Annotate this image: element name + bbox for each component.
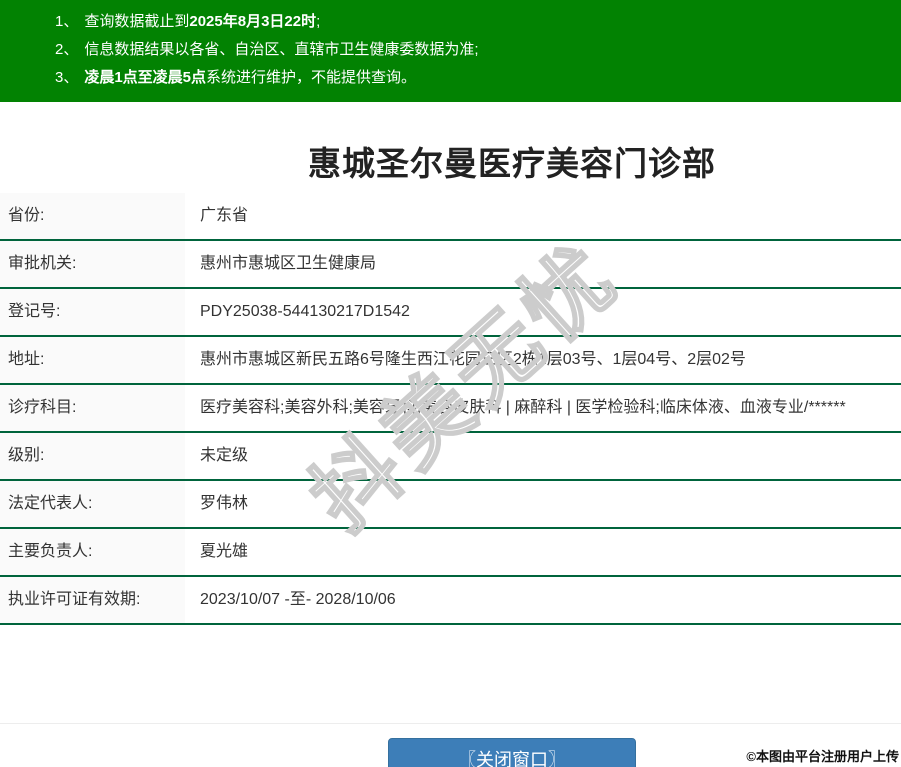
- copyright-note: ©本图由平台注册用户上传: [746, 749, 899, 764]
- info-table: 省份: 广东省 审批机关: 惠州市惠城区卫生健康局 登记号: PDY25038-54413…: [0, 193, 901, 625]
- close-window-button[interactable]: 〖关闭窗口〗: [388, 738, 636, 767]
- notice-text: 系统进行维护，不能提供查询。: [206, 69, 417, 86]
- row-value: 医疗美容科;美容外科;美容牙科;美容皮肤科 | 麻醉科 | 医学检验科;临床体液…: [200, 399, 846, 416]
- table-row: 地址: 惠州市惠城区新民五路6号隆生西江花园三区2栋1层03号、1层04号、2层0…: [0, 337, 901, 385]
- notice-number: 2、: [55, 41, 79, 58]
- notice-number: 3、: [55, 69, 79, 86]
- row-label: 登记号:: [0, 289, 185, 335]
- notice-text: ;: [316, 13, 321, 30]
- row-label: 主要负责人:: [0, 529, 185, 575]
- notice-text: 凌晨1点至凌晨5点: [84, 69, 207, 86]
- table-row: 级别: 未定级: [0, 433, 901, 481]
- row-label: 地址:: [0, 337, 185, 383]
- table-row: 省份: 广东省: [0, 193, 901, 241]
- notice-number: 1、: [55, 13, 79, 30]
- notice-item: 1、 查询数据截止到2025年8月3日22时;: [55, 8, 901, 36]
- row-value: 未定级: [200, 447, 249, 464]
- table-row: 审批机关: 惠州市惠城区卫生健康局: [0, 241, 901, 289]
- row-label: 执业许可证有效期:: [0, 577, 185, 623]
- row-value: 惠州市惠城区新民五路6号隆生西江花园三区2栋1层03号、1层04号、2层02号: [200, 351, 746, 368]
- row-label: 法定代表人:: [0, 481, 185, 527]
- page-container: 1、 查询数据截止到2025年8月3日22时; 2、 信息数据结果以各省、自治区、直辖…: [0, 0, 901, 625]
- row-value: 广东省: [200, 207, 249, 224]
- notice-text: 信息数据结果以各省、自治区、直辖市卫生健康委数据为准;: [84, 41, 479, 58]
- row-value: 夏光雄: [200, 543, 249, 560]
- table-row: 登记号: PDY25038-544130217D1542: [0, 289, 901, 337]
- notice-list: 1、 查询数据截止到2025年8月3日22时; 2、 信息数据结果以各省、自治区、直辖…: [55, 8, 901, 92]
- notice-text: 2025年8月3日22时: [189, 13, 317, 30]
- page-title: 惠城圣尔曼医疗美容门诊部: [308, 145, 716, 182]
- notice-text: 查询数据截止到: [84, 13, 190, 30]
- notice-item: 2、 信息数据结果以各省、自治区、直辖市卫生健康委数据为准;: [55, 36, 901, 64]
- table-row: 诊疗科目: 医疗美容科;美容外科;美容牙科;美容皮肤科 | 麻醉科 | 医学检验科…: [0, 385, 901, 433]
- notice-item: 3、 凌晨1点至凌晨5点系统进行维护，不能提供查询。: [55, 64, 901, 92]
- row-value: 罗伟林: [200, 495, 249, 512]
- row-value: 惠州市惠城区卫生健康局: [200, 255, 377, 272]
- table-row: 执业许可证有效期: 2023/10/07 -至- 2028/10/06: [0, 577, 901, 625]
- row-label: 审批机关:: [0, 241, 185, 287]
- row-label: 诊疗科目:: [0, 385, 185, 431]
- row-label: 省份:: [0, 193, 185, 239]
- notice-bar: 1、 查询数据截止到2025年8月3日22时; 2、 信息数据结果以各省、自治区、直辖…: [0, 0, 901, 102]
- table-row: 主要负责人: 夏光雄: [0, 529, 901, 577]
- row-label: 级别:: [0, 433, 185, 479]
- row-value: PDY25038-544130217D1542: [200, 303, 410, 320]
- row-value: 2023/10/07 -至- 2028/10/06: [200, 591, 396, 608]
- table-row: 法定代表人: 罗伟林: [0, 481, 901, 529]
